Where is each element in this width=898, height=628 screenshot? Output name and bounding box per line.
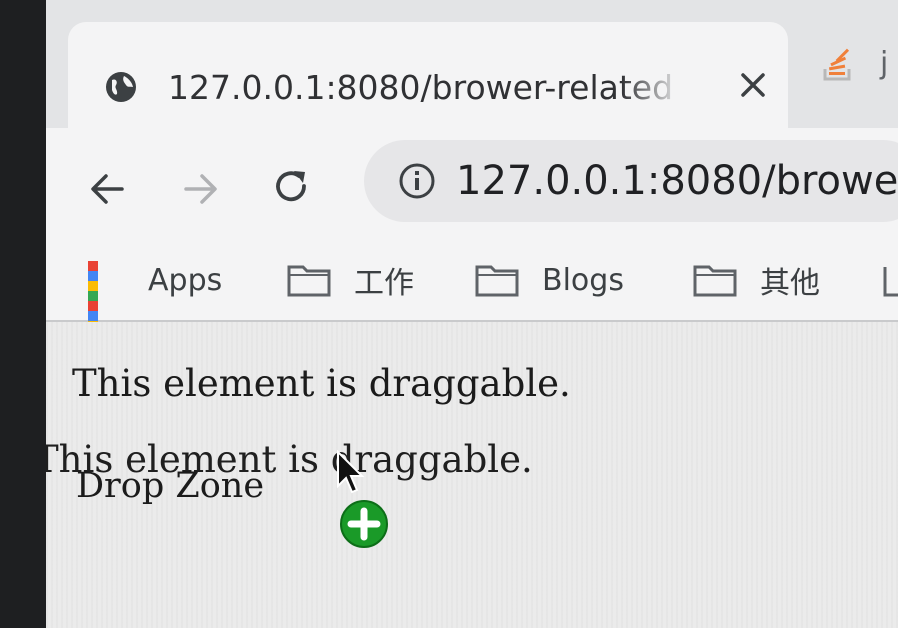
url-text[interactable]: 127.0.0.1:8080/browe bbox=[456, 154, 898, 208]
globe-icon bbox=[106, 72, 136, 102]
info-icon[interactable] bbox=[398, 162, 436, 200]
reload-icon[interactable] bbox=[268, 164, 314, 210]
address-bar[interactable]: 127.0.0.1:8080/browe bbox=[364, 140, 898, 222]
folder-icon bbox=[287, 265, 331, 297]
bookmark-label: Blogs bbox=[542, 262, 624, 298]
bookmarks-bar: Apps 工作 Blogs 其他 bbox=[46, 240, 898, 351]
tab2-title[interactable]: j bbox=[880, 44, 888, 84]
bookmark-label: 其他 bbox=[760, 266, 820, 301]
drag-ghost-image: This element is draggable. bbox=[46, 438, 533, 481]
tab-title: 127.0.0.1:8080/brower-related bbox=[168, 68, 674, 107]
bookmark-label: Apps bbox=[148, 262, 223, 298]
browser-tab[interactable]: 127.0.0.1:8080/brower-related bbox=[68, 22, 788, 134]
bookmark-folder-partial-icon[interactable] bbox=[882, 258, 898, 302]
bookmark-folder-other[interactable]: 其他 bbox=[692, 258, 820, 302]
mouse-cursor-icon bbox=[337, 450, 365, 494]
forward-arrow-icon[interactable] bbox=[178, 166, 224, 212]
apps-grid-icon bbox=[88, 261, 126, 351]
bookmark-folder-work[interactable]: 工作 bbox=[286, 258, 414, 302]
draggable-element[interactable]: This element is draggable. bbox=[72, 362, 571, 405]
browser-toolbar: 127.0.0.1:8080/browe bbox=[46, 128, 898, 240]
bookmark-apps[interactable]: Apps bbox=[88, 258, 223, 351]
copy-plus-icon bbox=[340, 500, 388, 548]
close-icon[interactable] bbox=[736, 68, 770, 102]
bookmark-folder-blogs[interactable]: Blogs bbox=[474, 258, 624, 302]
bookmark-label: 工作 bbox=[354, 266, 414, 301]
stack-overflow-icon[interactable] bbox=[818, 45, 858, 85]
back-arrow-icon[interactable] bbox=[84, 166, 130, 212]
page-content: This element is draggable. Drop Zone Thi… bbox=[46, 322, 898, 628]
folder-icon bbox=[693, 265, 737, 297]
browser-window: 127.0.0.1:8080/brower-related j 127.0.0.… bbox=[46, 0, 898, 628]
folder-icon bbox=[475, 265, 519, 297]
